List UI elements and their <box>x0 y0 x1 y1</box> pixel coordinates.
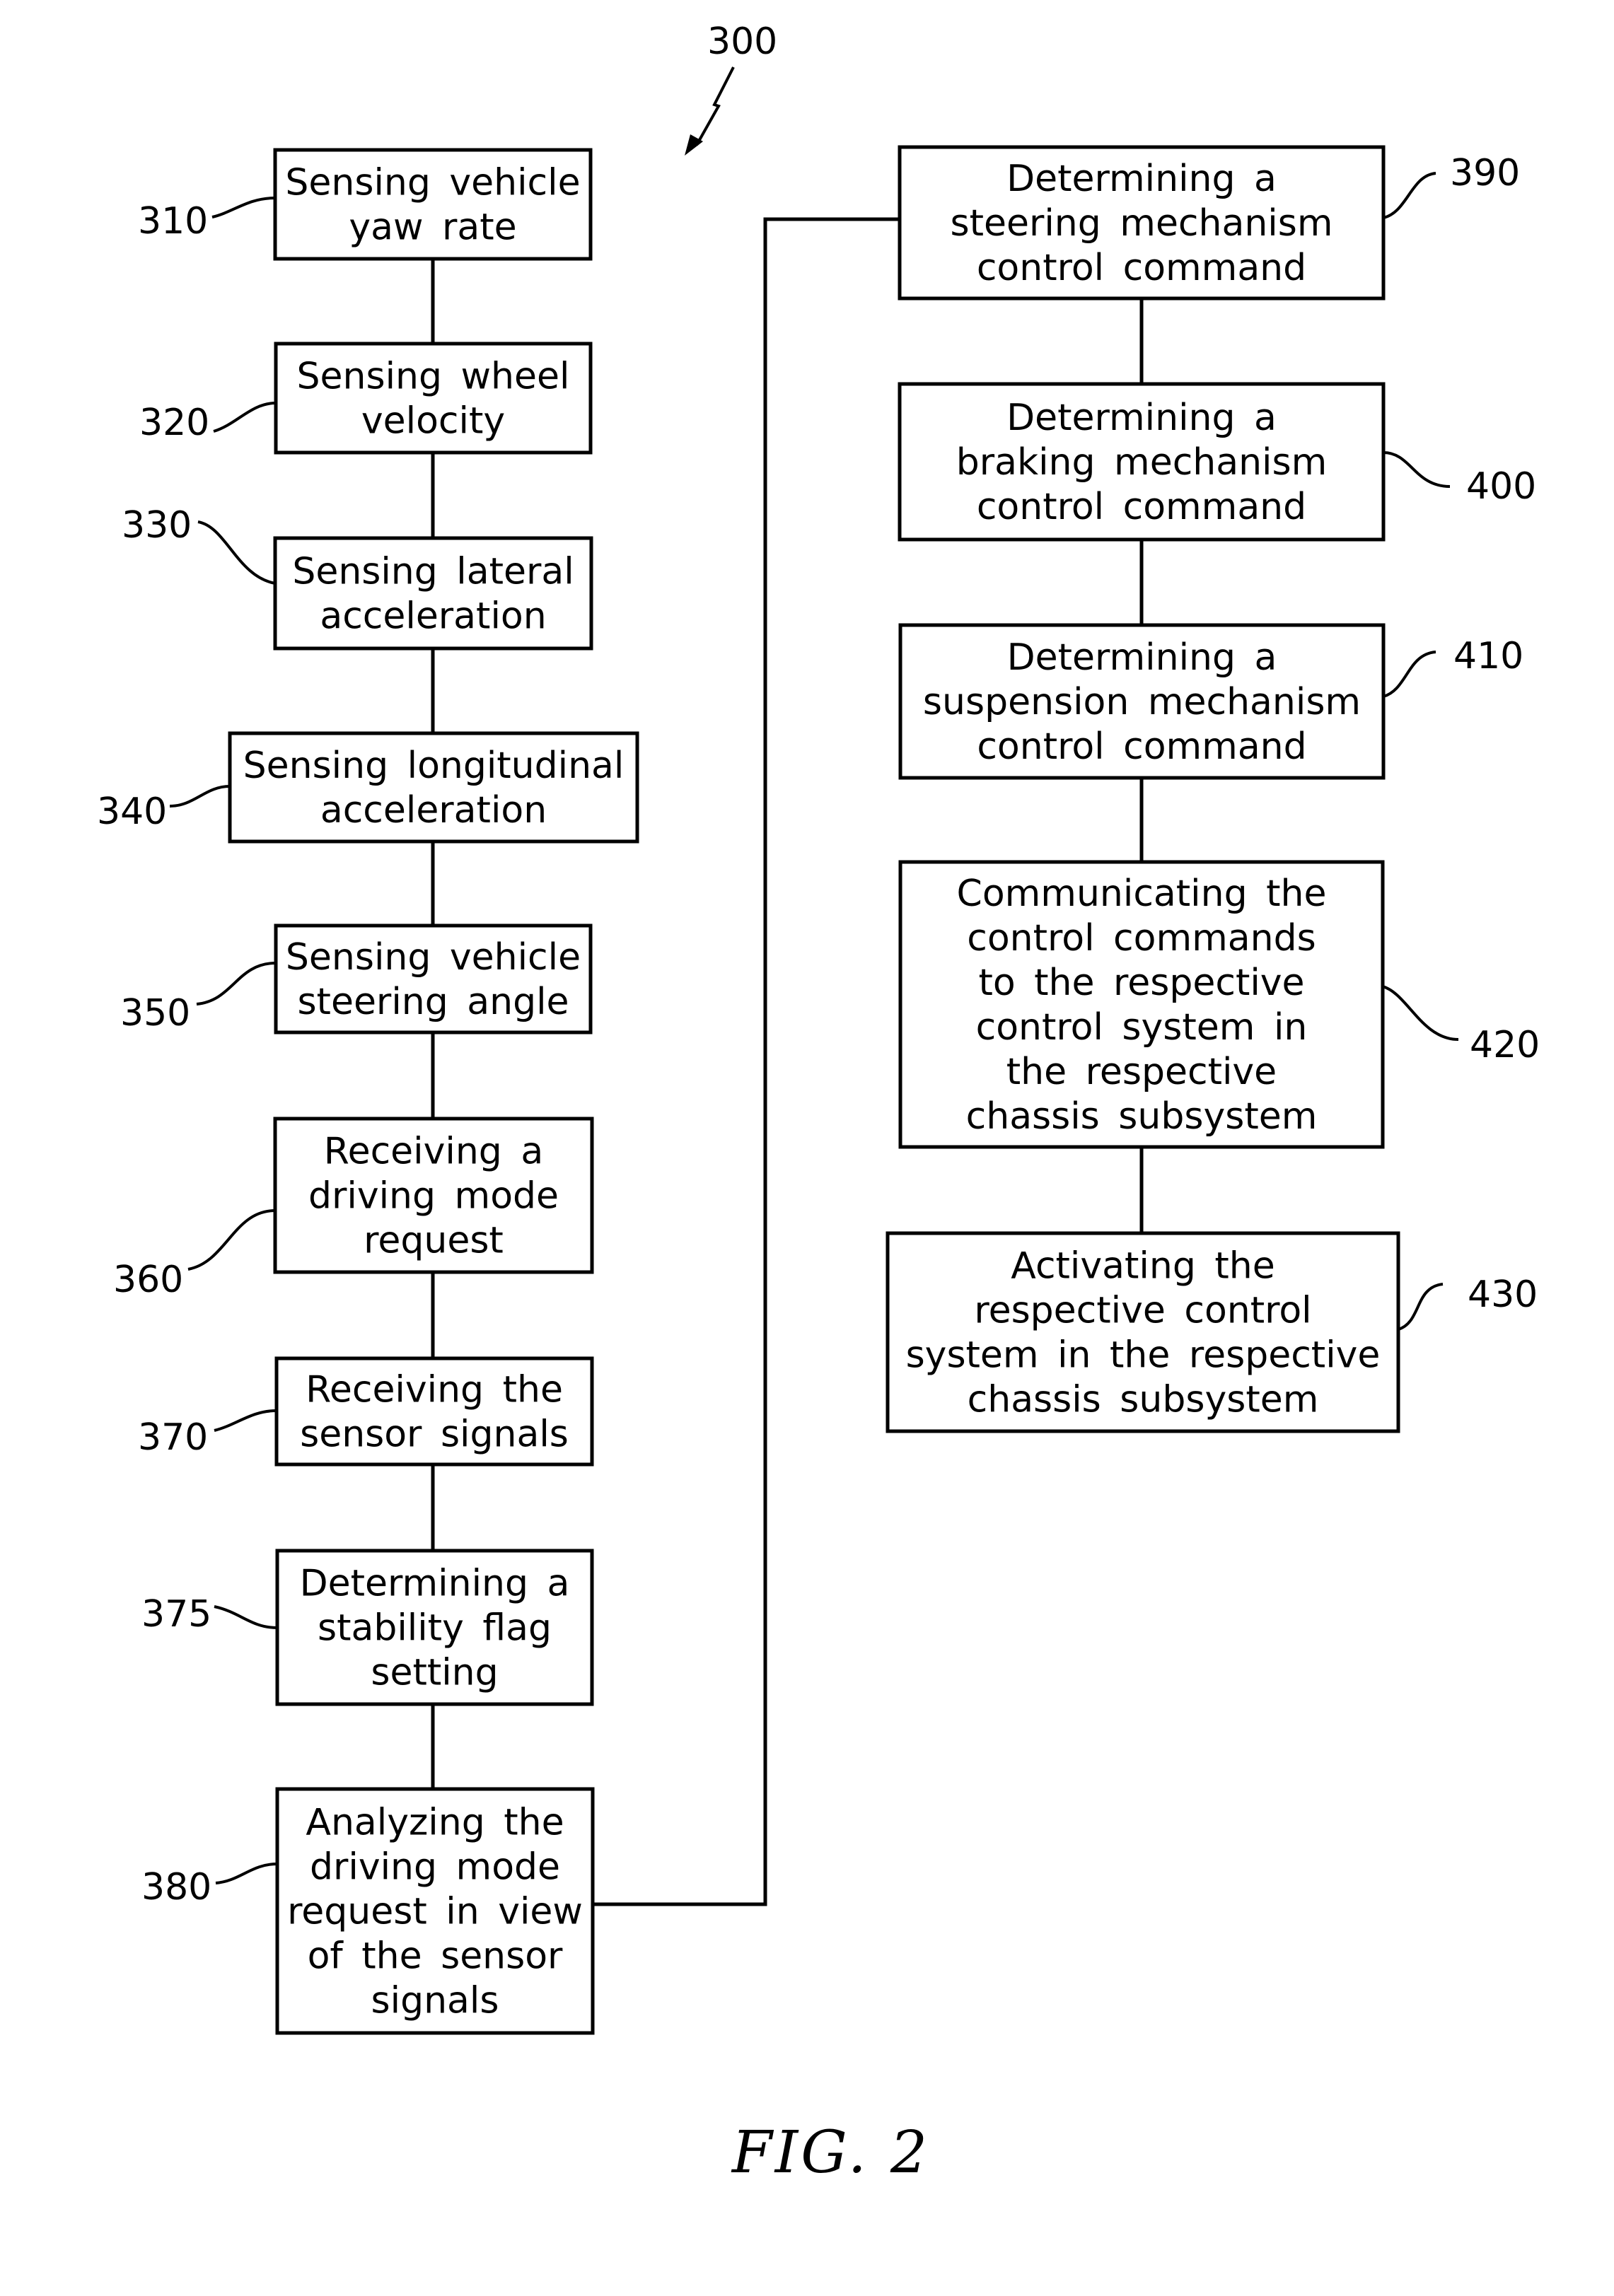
step-350: Sensing vehiclesteering angle 350 <box>120 923 593 1035</box>
step-text-line: stability flag <box>318 1607 552 1650</box>
step-text-line: signals <box>371 1980 499 2022</box>
step-text-line: Analyzing the <box>306 1802 564 1844</box>
leader-line <box>1383 451 1451 488</box>
step-400: Determining abraking mechanismcontrol co… <box>898 382 1536 542</box>
step-text-line: Determining a <box>300 1563 570 1605</box>
step-text-line: of the sensor <box>308 1935 563 1978</box>
step-text-line: chassis subsystem <box>968 1379 1319 1421</box>
step-reference-label: 330 <box>122 504 192 547</box>
step-reference-label: 400 <box>1466 465 1536 508</box>
step-text-line: control command <box>977 486 1306 528</box>
step-reference-label: 390 <box>1450 152 1520 194</box>
step-text-line: Determining a <box>1006 397 1277 439</box>
leader-line <box>214 1409 277 1432</box>
step-text-line: Sensing vehicle <box>286 936 581 979</box>
step-340: Sensing longitudinalacceleration 340 <box>97 731 639 844</box>
step-reference-label: 350 <box>120 992 190 1035</box>
step-430: Activating therespective controlsystem i… <box>886 1231 1538 1433</box>
leader-line <box>187 1209 276 1271</box>
step-reference-label: 320 <box>139 402 209 444</box>
step-380: Analyzing thedriving moderequest in view… <box>141 1787 595 2035</box>
step-text-line: driving mode <box>308 1175 559 1218</box>
step-text-line: Activating the <box>1011 1245 1275 1288</box>
step-reference-label: 430 <box>1468 1274 1538 1316</box>
step-text-line: Determining a <box>1007 636 1277 679</box>
step-text-line: acceleration <box>320 595 546 638</box>
step-text-line: yaw rate <box>349 206 516 249</box>
step-390: Determining asteering mechanismcontrol c… <box>898 145 1520 301</box>
step-reference-label: 360 <box>113 1259 183 1301</box>
step-text-line: Sensing lateral <box>292 551 574 593</box>
step-text-line: sensor signals <box>300 1414 569 1456</box>
step-text-line: system in the respective <box>906 1334 1381 1377</box>
step-text-line: setting <box>371 1652 498 1694</box>
step-text-line: request in view <box>287 1891 583 1933</box>
step-text-line: braking mechanism <box>956 441 1328 484</box>
step-reference-label: 410 <box>1453 635 1523 677</box>
leader-line <box>214 1605 278 1629</box>
step-text-line: request <box>364 1220 504 1262</box>
step-text-line: acceleration <box>320 789 547 832</box>
step-text-line: Communicating the <box>957 873 1327 915</box>
leader-line <box>197 520 276 585</box>
step-reference-label: 340 <box>97 791 167 833</box>
step-310: Sensing vehicleyaw rate 310 <box>138 148 593 261</box>
flowchart: 300 Sensing vehicleyaw rate310Sensing wh… <box>97 21 1540 2186</box>
step-text-line: Receiving the <box>306 1369 563 1411</box>
leader-line <box>1383 172 1436 219</box>
step-360: Receiving adriving moderequest 360 <box>113 1117 594 1301</box>
leader-line <box>215 1863 278 1884</box>
step-320: Sensing wheelvelocity 320 <box>139 342 593 455</box>
step-text-line: the respective <box>1006 1051 1277 1093</box>
step-text-line: steering mechanism <box>951 202 1333 245</box>
leader-line <box>1382 985 1459 1041</box>
leader-line <box>1383 651 1436 698</box>
step-text-line: Sensing vehicle <box>285 162 580 204</box>
figure-caption: FIG. 2 <box>731 2119 930 2186</box>
step-text-line: control command <box>977 725 1306 768</box>
leader-line <box>169 785 231 808</box>
step-text-line: driving mode <box>310 1846 560 1889</box>
step-375: Determining astability flagsetting 375 <box>141 1549 594 1706</box>
step-text-line: steering angle <box>297 981 569 1023</box>
step-text-line: control command <box>977 247 1306 289</box>
step-text-line: suspension mechanism <box>923 681 1361 723</box>
step-410: Determining asuspension mechanismcontrol… <box>898 623 1523 780</box>
step-text-line: Determining a <box>1006 158 1277 200</box>
step-text-line: control system in <box>976 1006 1308 1049</box>
step-330: Sensing lateralacceleration 330 <box>122 504 593 651</box>
step-text-line: respective control <box>974 1290 1311 1332</box>
step-reference-label: 420 <box>1470 1024 1540 1066</box>
step-text-line: velocity <box>361 400 505 443</box>
leader-line <box>196 962 277 1006</box>
step-420: Communicating thecontrol commandsto the … <box>898 860 1540 1149</box>
step-text-line: Sensing wheel <box>297 356 570 398</box>
step-370: Receiving thesensor signals 370 <box>138 1356 594 1467</box>
step-text-line: control commands <box>967 917 1316 960</box>
figure-reference-arrow-icon <box>685 66 735 156</box>
figure-reference-label: 300 <box>707 21 777 63</box>
step-text-line: Sensing longitudinal <box>243 745 625 787</box>
step-reference-label: 370 <box>138 1416 208 1459</box>
step-reference-label: 380 <box>141 1866 211 1909</box>
leader-line <box>1398 1283 1444 1331</box>
connector-380-390 <box>593 217 900 1906</box>
step-text-line: Receiving a <box>324 1131 543 1173</box>
step-reference-label: 310 <box>138 200 208 243</box>
leader-line <box>211 197 276 218</box>
step-text-line: to the respective <box>978 962 1304 1004</box>
step-reference-label: 375 <box>141 1593 211 1636</box>
leader-line <box>213 402 277 433</box>
step-text-line: chassis subsystem <box>966 1095 1318 1138</box>
